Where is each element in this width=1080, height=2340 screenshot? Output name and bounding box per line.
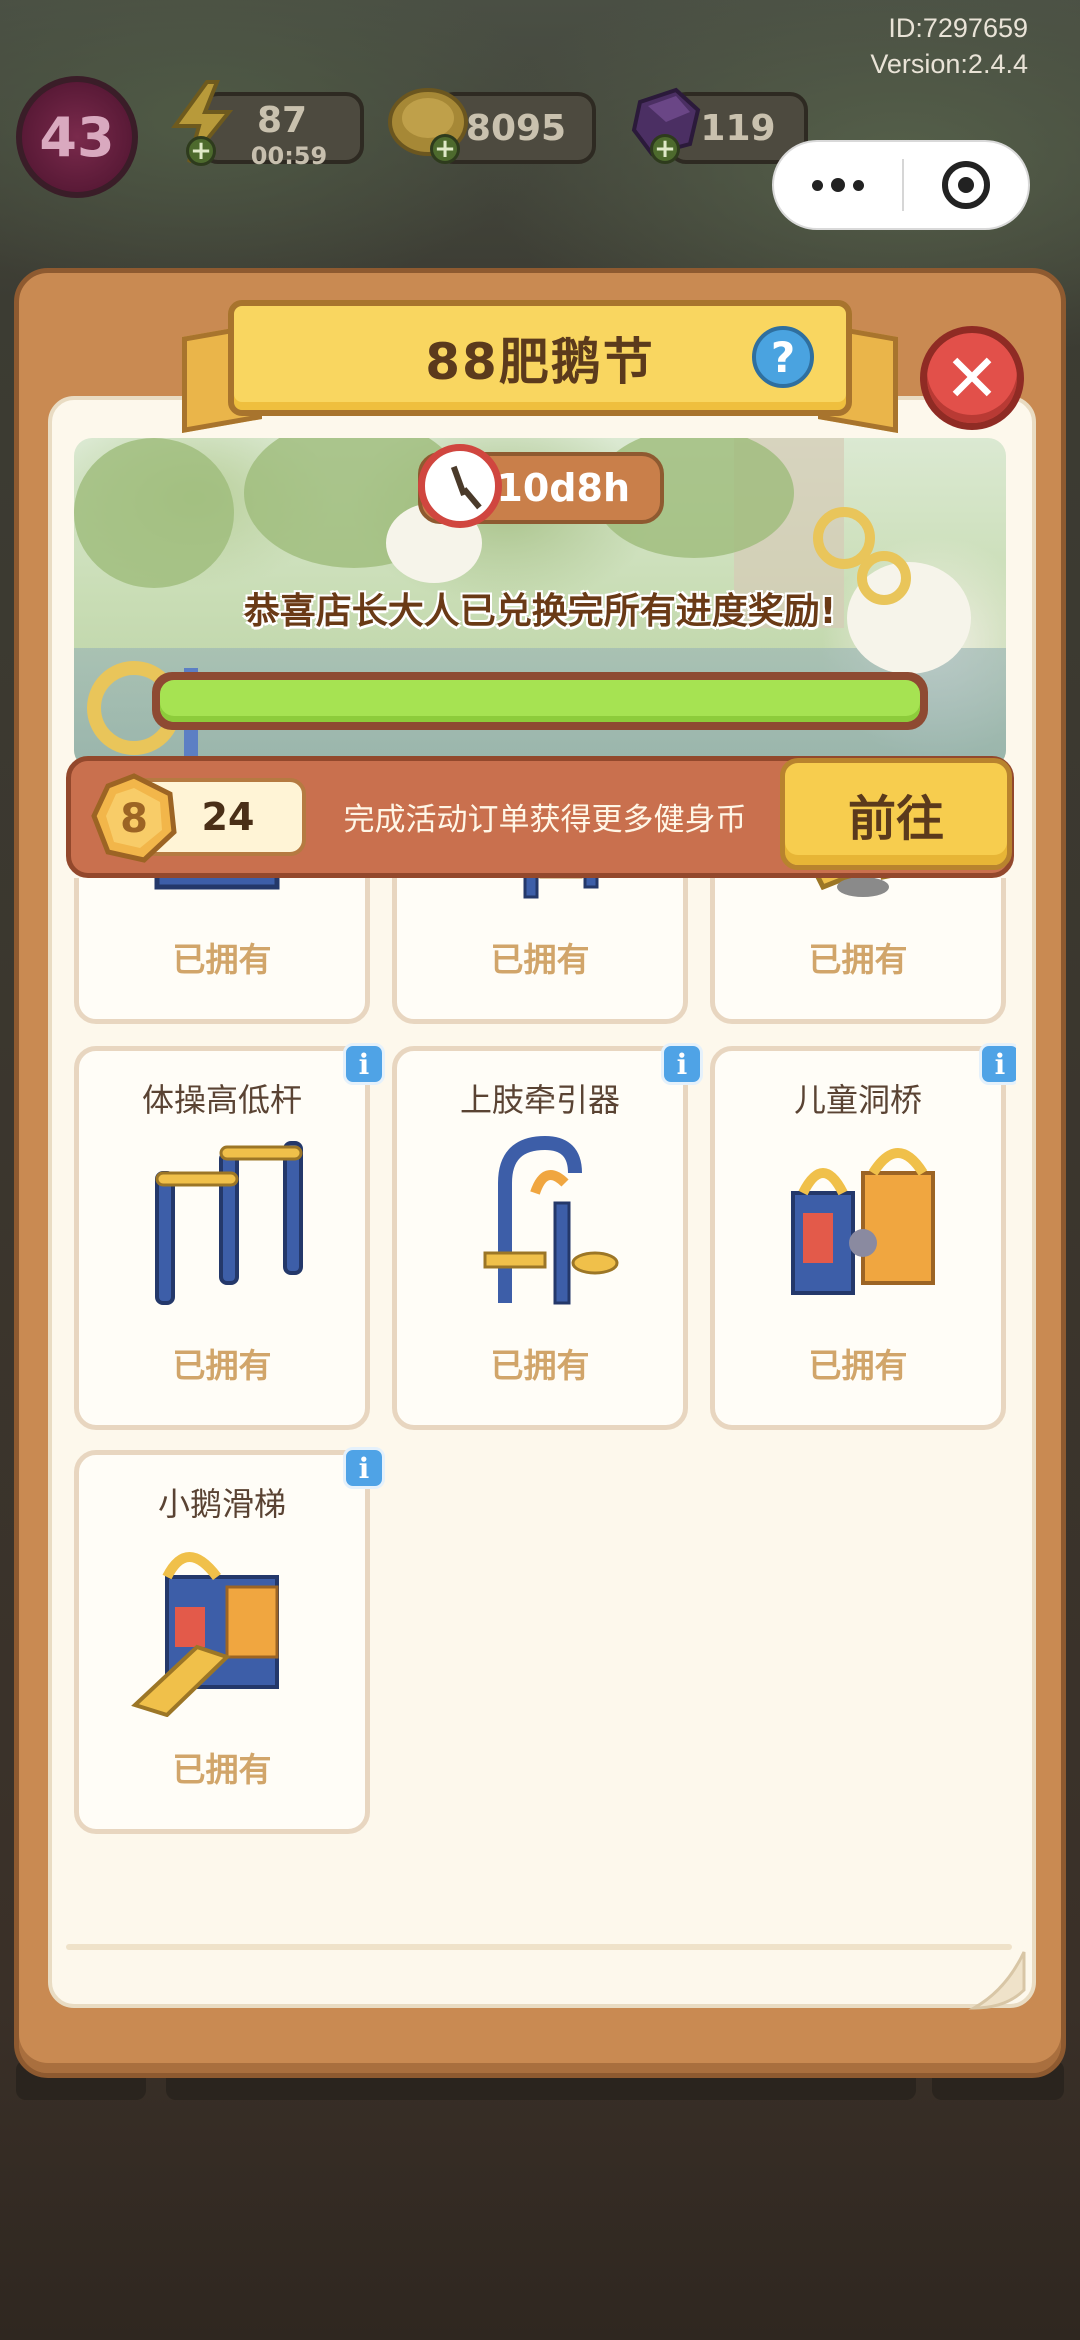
treadmill-icon: [154, 878, 280, 890]
build-info: ID:7297659 Version:2.4.4: [870, 10, 1028, 82]
exit-miniprogram-button[interactable]: [904, 142, 1028, 228]
event-title: 88肥鹅节: [425, 333, 655, 391]
more-dots-icon: [812, 179, 823, 191]
seesaw-icon: [815, 878, 891, 897]
energy-add-button[interactable]: +: [186, 136, 216, 166]
item-owned-status: 已拥有: [490, 940, 590, 979]
more-menu-button[interactable]: [774, 142, 902, 228]
item-owned-status: 已拥有: [172, 1346, 272, 1385]
page-curl-icon: [968, 1951, 1026, 2010]
energy-timer: 00:59: [250, 142, 328, 170]
coin-add-button[interactable]: +: [430, 134, 460, 164]
hero-tree: [74, 438, 234, 588]
clock-hand: [461, 487, 482, 510]
congrats-message: 恭喜店长大人已兑换完所有进度奖励!: [243, 591, 837, 632]
fitness-coin-value: 24: [201, 795, 255, 839]
item-owned-status: 已拥有: [808, 1346, 908, 1385]
close-button[interactable]: ✕: [920, 326, 1024, 430]
level-badge[interactable]: 43: [16, 76, 138, 198]
item-owned-status: 已拥有: [808, 940, 908, 979]
item-card[interactable]: 上肢牵引器 i 已拥有: [392, 1043, 703, 1430]
clock-icon: [418, 444, 502, 528]
item-name: 上肢牵引器: [459, 1081, 620, 1119]
item-card[interactable]: 儿童洞桥 i 已拥有: [710, 1043, 1016, 1430]
version-label: Version:2.4.4: [870, 49, 1028, 79]
coin-description: 完成活动订单获得更多健身币: [343, 801, 747, 838]
upper-limb-tractor-icon: [483, 1135, 619, 1305]
progress-bar: [152, 672, 928, 730]
item-card[interactable]: 体操高低杆 i 已拥有: [74, 1043, 385, 1430]
user-id: ID:7297659: [888, 13, 1028, 43]
item-card[interactable]: 已拥有: [392, 878, 688, 1024]
more-dots-icon: [853, 179, 864, 191]
panel-divider: [66, 1944, 1012, 1950]
item-grid: 已拥有 已拥有 已拥有 体操高低杆 i 已拥有 上肢牵引器 i 已拥有 儿童洞桥…: [66, 878, 1016, 1938]
item-owned-status: 已拥有: [490, 1346, 590, 1385]
gem-value: 119: [700, 107, 776, 149]
info-icon[interactable]: i: [343, 1447, 385, 1489]
kids-tunnel-bridge-icon: [791, 1148, 935, 1295]
gem-add-button[interactable]: +: [650, 134, 680, 164]
help-button[interactable]: ?: [752, 326, 814, 388]
item-card[interactable]: 小鹅滑梯 i 已拥有: [74, 1447, 385, 1834]
miniprogram-capsule: [772, 140, 1030, 230]
goose-slide-icon: [131, 1552, 279, 1717]
item-name: 儿童洞桥: [793, 1081, 922, 1119]
target-icon: [942, 161, 990, 209]
fitness-coin-symbol: 8: [120, 796, 148, 842]
item-name: 体操高低杆: [141, 1081, 302, 1119]
go-button[interactable]: 前往: [780, 758, 1012, 870]
item-owned-status: 已拥有: [172, 940, 272, 979]
more-dots-icon: [831, 178, 845, 192]
fitness-coin-icon: 8: [88, 772, 180, 864]
item-name: 小鹅滑梯: [157, 1485, 286, 1523]
info-icon[interactable]: i: [979, 1043, 1016, 1085]
info-icon[interactable]: i: [343, 1043, 385, 1085]
info-icon[interactable]: i: [661, 1043, 703, 1085]
item-card[interactable]: 已拥有: [710, 878, 1006, 1024]
progress-fill: [160, 680, 920, 722]
rope-frame-icon: [523, 878, 599, 899]
coin-value: 8095: [465, 107, 567, 149]
uneven-bars-icon: [155, 1141, 303, 1305]
energy-value: 87: [256, 99, 308, 141]
item-owned-status: 已拥有: [172, 1750, 272, 1789]
item-card[interactable]: 已拥有: [74, 878, 370, 1024]
